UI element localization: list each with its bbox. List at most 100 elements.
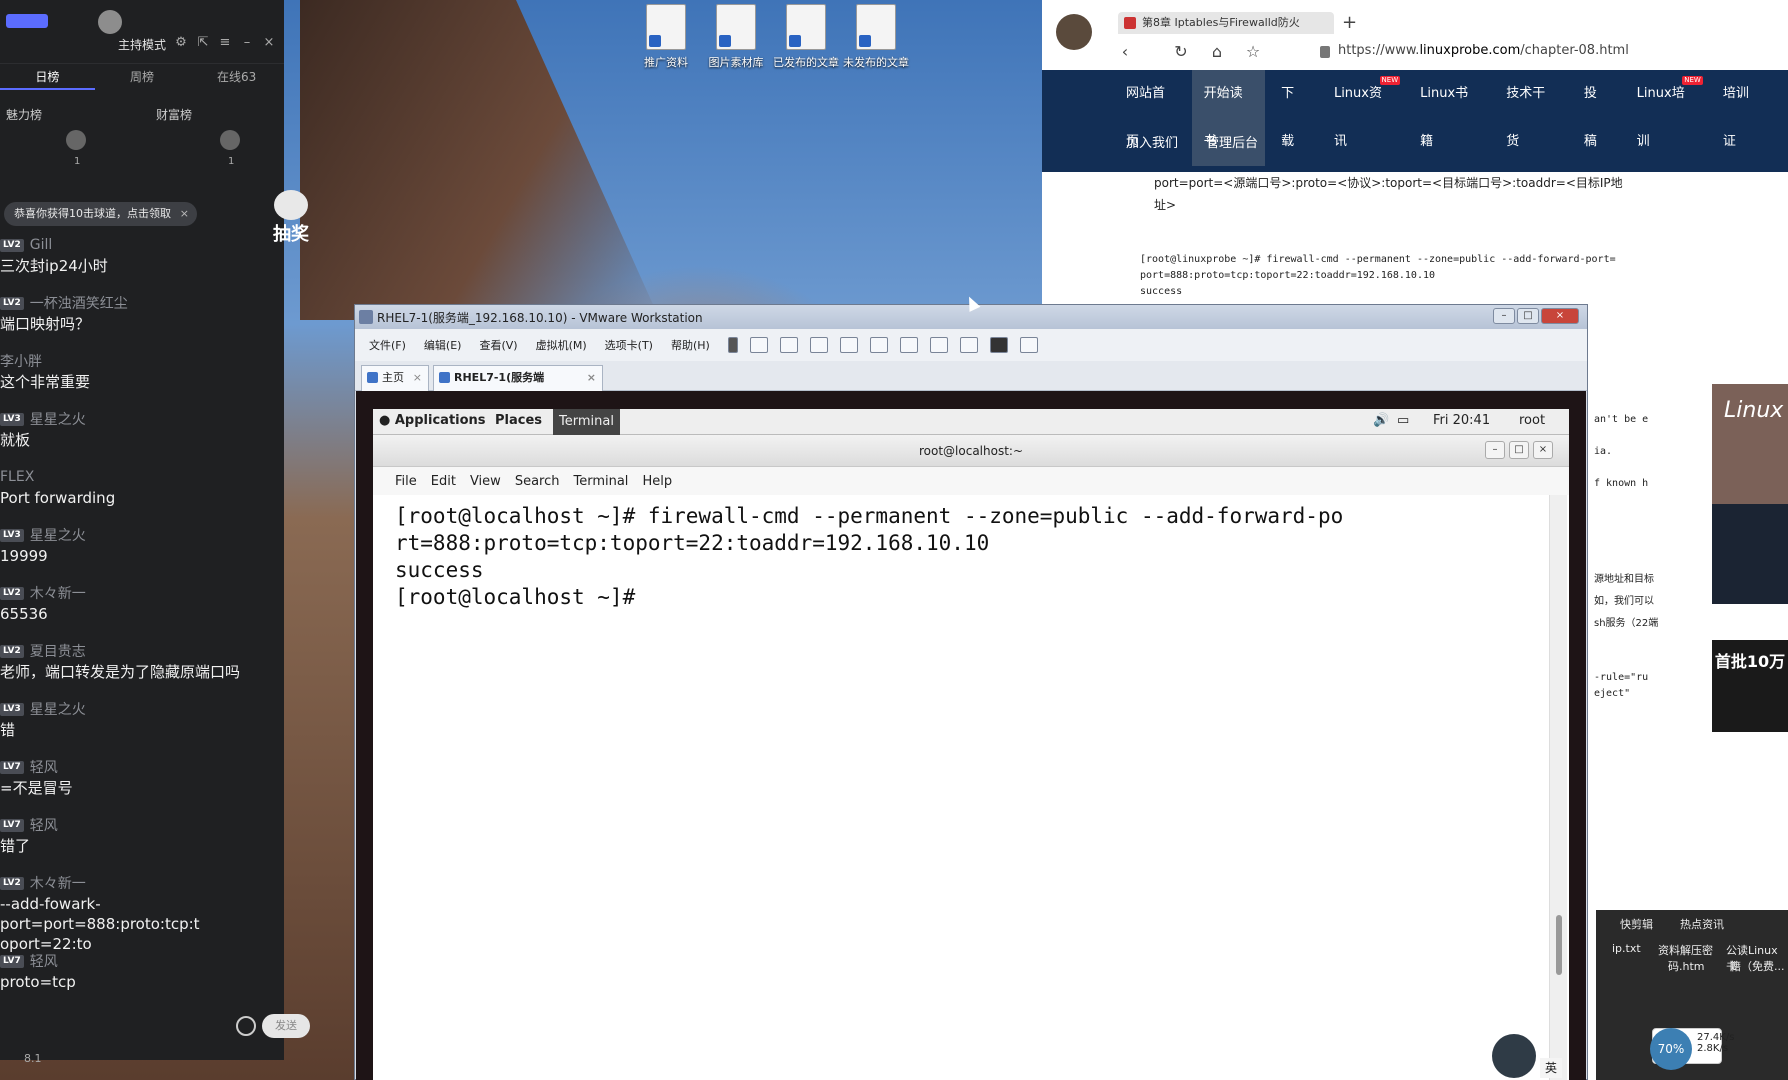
chat-username[interactable]: 轻风 <box>30 951 58 971</box>
nav-item[interactable]: 投稿 <box>1584 70 1609 166</box>
menu-edit[interactable]: Edit <box>431 474 456 489</box>
host-mode-label[interactable]: 主持模式 <box>118 36 166 53</box>
clock[interactable]: Fri 20:41 <box>1433 413 1490 428</box>
thumbnail-view-icon[interactable] <box>899 337 918 353</box>
bottom-label[interactable]: 资料解压密 <box>1658 942 1713 958</box>
chat-username[interactable]: 木々新一 <box>30 873 86 893</box>
maximize-button[interactable]: □ <box>1517 308 1539 324</box>
wealth-rank-label[interactable]: 财富榜 <box>156 106 192 123</box>
tab-online[interactable]: 在线63 <box>189 64 284 90</box>
close-icon[interactable]: × <box>413 366 422 390</box>
menu-search[interactable]: Search <box>515 474 560 489</box>
fullscreen-icon[interactable] <box>929 337 948 353</box>
side-ad-dark[interactable] <box>1712 504 1788 604</box>
popout-icon[interactable]: ⇱ <box>194 34 212 52</box>
new-tab-icon[interactable]: + <box>1342 12 1357 33</box>
avatar[interactable] <box>66 130 86 150</box>
tab-daily[interactable]: 日榜 <box>0 64 95 90</box>
chat-username[interactable]: Gill <box>30 237 53 253</box>
nav-item[interactable]: Linux资讯 NEW <box>1334 70 1401 166</box>
menu-icon[interactable]: ≡ <box>216 34 234 52</box>
nav-item[interactable]: 培训证 <box>1723 70 1760 166</box>
terminal-taskbar-item[interactable]: Terminal <box>553 409 620 435</box>
tab-weekly[interactable]: 周榜 <box>95 64 190 90</box>
browser-tab[interactable]: 第8章 Iptables与Firewalld防火 <box>1118 12 1334 34</box>
settings-icon[interactable]: ⚙ <box>172 34 190 52</box>
menu-file[interactable]: 文件(F) <box>369 337 406 353</box>
charm-rank-label[interactable]: 魅力榜 <box>6 106 42 123</box>
bottom-label[interactable]: 快剪辑 <box>1620 916 1653 932</box>
menu-view[interactable]: View <box>470 474 501 489</box>
lottery-button[interactable]: 抽奖 <box>270 190 312 245</box>
stretch-icon[interactable] <box>1019 337 1038 353</box>
pause-icon[interactable] <box>727 337 738 353</box>
menu-tabs[interactable]: 选项卡(T) <box>605 337 653 353</box>
terminal-scrollbar[interactable] <box>1549 495 1567 1080</box>
library-view-icon[interactable] <box>869 337 888 353</box>
maximize-button[interactable]: □ <box>1509 441 1529 459</box>
nav-item[interactable]: 加入我们 <box>1126 120 1178 168</box>
close-icon[interactable]: × <box>260 34 278 52</box>
desktop-icon-images[interactable]: 图片素材库 <box>700 4 772 70</box>
user-menu[interactable]: root <box>1519 413 1545 428</box>
bottom-label[interactable]: ip.txt <box>1612 942 1641 955</box>
reward-banner[interactable]: 恭喜你获得10击球道，点击领取 × <box>4 202 197 226</box>
minimize-button[interactable]: – <box>1485 441 1505 459</box>
close-icon[interactable]: × <box>587 366 596 390</box>
home-icon[interactable]: ⌂ <box>1206 42 1228 61</box>
menu-edit[interactable]: 编辑(E) <box>424 337 462 353</box>
menu-view[interactable]: 查看(V) <box>479 337 517 353</box>
send-button[interactable]: 发送 <box>262 1014 310 1038</box>
network-icon[interactable]: ▭ <box>1397 413 1409 428</box>
menu-help[interactable]: Help <box>642 474 672 489</box>
desktop-icon-unpublished[interactable]: 未发布的文章 <box>840 4 912 70</box>
nav-item[interactable]: 管理后台 <box>1206 120 1258 168</box>
volume-icon[interactable]: 🔊 <box>1373 413 1389 428</box>
minimize-button[interactable]: – <box>1493 308 1515 324</box>
avatar[interactable] <box>220 130 240 150</box>
side-ad-linux[interactable]: Linux <box>1712 384 1788 504</box>
chat-username[interactable]: 夏目贵志 <box>30 641 86 661</box>
chat-username[interactable]: 李小胖 <box>0 351 42 371</box>
side-ad-promo[interactable]: 首批10万 <box>1712 640 1788 732</box>
terminal-output[interactable]: [root@localhost ~]# firewall-cmd --perma… <box>373 495 1543 1080</box>
chat-username[interactable]: FLEX <box>0 469 34 485</box>
chat-username[interactable]: 木々新一 <box>30 583 86 603</box>
desktop-icon-promo[interactable]: 推广资料 <box>630 4 702 70</box>
bottom-label[interactable]: 热点资讯 <box>1680 916 1724 932</box>
avatar[interactable] <box>1056 14 1092 50</box>
chat-username[interactable]: 星星之火 <box>30 409 86 429</box>
send-keys-icon[interactable] <box>749 337 768 353</box>
star-icon[interactable]: ☆ <box>1242 42 1264 61</box>
url-bar[interactable]: https://www.linuxprobe.com/chapter-08.ht… <box>1338 43 1629 58</box>
applications-menu[interactable]: ● Applications <box>379 413 486 428</box>
chat-username[interactable]: 轻风 <box>30 757 58 777</box>
tab-home[interactable]: 主页 × <box>361 365 429 391</box>
close-icon[interactable]: × <box>180 202 189 226</box>
nav-item[interactable]: 技术干货 <box>1506 70 1556 166</box>
places-menu[interactable]: Places <box>495 413 542 428</box>
chat-username[interactable]: 轻风 <box>30 815 58 835</box>
nav-item[interactable]: Linux书籍 <box>1420 70 1478 166</box>
revert-snapshot-icon[interactable] <box>809 337 828 353</box>
nav-item[interactable]: Linux培训 NEW <box>1637 70 1703 166</box>
bottom-label[interactable]: 码.htm <box>1668 958 1705 974</box>
snapshot-manager-icon[interactable] <box>839 337 858 353</box>
tab-vm[interactable]: RHEL7-1(服务端_192.168.... × <box>433 365 603 408</box>
chat-username[interactable]: 星星之火 <box>30 525 86 545</box>
close-button[interactable]: × <box>1533 441 1553 459</box>
unity-icon[interactable] <box>959 337 978 353</box>
chat-username[interactable]: 星星之火 <box>30 699 86 719</box>
bottom-label[interactable]: 籍（免费... <box>1730 958 1785 974</box>
scrollbar-thumb[interactable] <box>1556 915 1562 975</box>
ime-indicator[interactable]: 英 <box>1540 1058 1562 1078</box>
menu-file[interactable]: File <box>395 474 417 489</box>
minimize-icon[interactable]: – <box>238 34 256 52</box>
emoji-icon[interactable] <box>236 1016 256 1036</box>
menu-terminal[interactable]: Terminal <box>573 474 628 489</box>
desktop-icon-published[interactable]: 已发布的文章 <box>770 4 842 70</box>
chat-username[interactable]: 一杯浊酒笑红尘 <box>30 293 128 313</box>
back-icon[interactable]: ‹ <box>1114 42 1136 61</box>
terminal-titlebar[interactable]: root@localhost:~ – □ × <box>373 435 1569 467</box>
menu-help[interactable]: 帮助(H) <box>671 337 710 353</box>
